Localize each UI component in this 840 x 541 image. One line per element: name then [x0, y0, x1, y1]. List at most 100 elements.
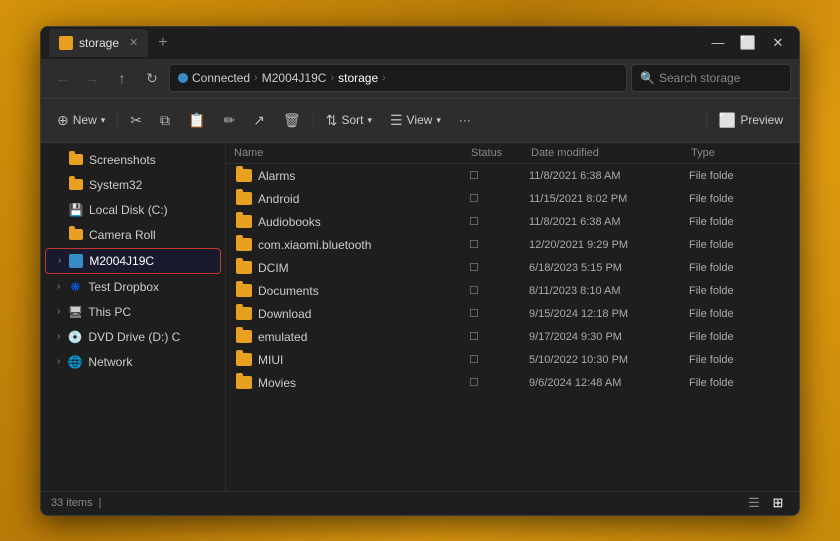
sidebar-label-local-disk: Local Disk (C:) — [89, 203, 168, 217]
breadcrumb[interactable]: Connected › M2004J19C › storage › — [169, 64, 627, 92]
file-name-text: Download — [258, 307, 311, 321]
sidebar-label-m2004j19c: M2004J19C — [89, 254, 154, 268]
table-row[interactable]: Download ☐ 9/15/2024 12:18 PM File folde — [228, 303, 797, 325]
table-row[interactable]: Audiobooks ☐ 11/8/2021 6:38 AM File fold… — [228, 211, 797, 233]
col-name[interactable]: Name — [234, 147, 471, 159]
sidebar-item-camera-roll[interactable]: Camera Roll — [45, 223, 221, 247]
grid-view-button[interactable]: ⊞ — [767, 494, 789, 512]
file-type-cell: File folde — [689, 285, 789, 297]
file-type-cell: File folde — [689, 216, 789, 228]
connected-icon — [178, 73, 188, 83]
sidebar-item-dvd-drive[interactable]: › 💿 DVD Drive (D:) C — [45, 325, 221, 349]
system32-icon — [69, 178, 83, 192]
rename-button[interactable]: ✏ — [215, 105, 243, 135]
table-row[interactable]: MIUI ☐ 5/10/2022 10:30 PM File folde — [228, 349, 797, 371]
file-status-cell: ☐ — [469, 261, 529, 274]
breadcrumb-device[interactable]: M2004J19C — [262, 71, 327, 85]
new-label: New — [73, 113, 97, 127]
file-type-cell: File folde — [689, 354, 789, 366]
table-row[interactable]: Android ☐ 11/15/2021 8:02 PM File folde — [228, 188, 797, 210]
network-icon: 🌐 — [68, 355, 82, 369]
sidebar-label-dvd-drive: DVD Drive (D:) C — [88, 330, 180, 344]
thispc-icon: 🖥 — [68, 305, 82, 319]
list-view-button[interactable]: ☰ — [743, 494, 765, 512]
file-date-cell: 5/10/2022 10:30 PM — [529, 354, 689, 366]
sidebar-item-local-disk[interactable]: 💾 Local Disk (C:) — [45, 198, 221, 222]
folder-icon — [236, 238, 252, 251]
dropbox-chevron: › — [57, 281, 60, 292]
sidebar: Screenshots System32 💾 Local Disk (C:) C… — [41, 143, 226, 491]
maximize-button[interactable]: ⬜ — [735, 34, 761, 52]
file-date-cell: 11/8/2021 6:38 AM — [529, 216, 689, 228]
status-right: ☰ ⊞ — [743, 494, 789, 512]
file-name-cell: emulated — [236, 330, 469, 344]
folder-icon — [236, 215, 252, 228]
new-button[interactable]: ⊕ New ▾ — [49, 105, 113, 135]
m2004-icon — [69, 254, 83, 268]
folder-icon — [236, 307, 252, 320]
new-tab-button[interactable]: + — [158, 34, 167, 52]
col-type[interactable]: Type — [691, 147, 791, 159]
paste-button[interactable]: 📋 — [180, 105, 213, 135]
file-name-cell: Documents — [236, 284, 469, 298]
file-status-cell: ☐ — [469, 353, 529, 366]
col-date[interactable]: Date modified — [531, 147, 691, 159]
tab-close-button[interactable]: ✕ — [129, 36, 138, 49]
file-name-cell: com.xiaomi.bluetooth — [236, 238, 469, 252]
search-box[interactable]: 🔍 Search storage — [631, 64, 791, 92]
sidebar-item-test-dropbox[interactable]: › ❋ Test Dropbox — [45, 275, 221, 299]
sort-button[interactable]: ⇅ Sort ▾ — [318, 105, 380, 135]
preview-button[interactable]: ⬜ Preview — [711, 105, 791, 135]
cursor-indicator: | — [99, 497, 102, 509]
dvd-icon: 💿 — [68, 330, 82, 344]
preview-icon: ⬜ — [719, 112, 736, 129]
dvd-chevron: › — [57, 331, 60, 342]
delete-button[interactable]: 🗑 — [275, 105, 309, 135]
sidebar-item-screenshots[interactable]: Screenshots — [45, 148, 221, 172]
more-label: ··· — [459, 113, 471, 127]
sidebar-item-this-pc[interactable]: › 🖥 This PC — [45, 300, 221, 324]
file-name-cell: Download — [236, 307, 469, 321]
sidebar-item-m2004j19c[interactable]: › M2004J19C — [45, 248, 221, 274]
sidebar-label-system32: System32 — [89, 178, 142, 192]
cut-button[interactable]: ✂ — [122, 105, 150, 135]
breadcrumb-storage[interactable]: storage — [338, 71, 378, 85]
file-name-cell: DCIM — [236, 261, 469, 275]
toolbar: ⊕ New ▾ ✂ ⧉ 📋 ✏ ↗ 🗑 ⇅ Sort ▾ ☰ — [41, 99, 799, 143]
file-type-cell: File folde — [689, 377, 789, 389]
file-list: Name Status Date modified Type Alarms ☐ … — [226, 143, 799, 491]
table-row[interactable]: com.xiaomi.bluetooth ☐ 12/20/2021 9:29 P… — [228, 234, 797, 256]
share-button[interactable]: ↗ — [245, 105, 273, 135]
folder-icon — [236, 169, 252, 182]
file-date-cell: 9/6/2024 12:48 AM — [529, 377, 689, 389]
table-row[interactable]: DCIM ☐ 6/18/2023 5:15 PM File folde — [228, 257, 797, 279]
file-status-cell: ☐ — [469, 307, 529, 320]
col-status[interactable]: Status — [471, 147, 531, 159]
close-button[interactable]: ✕ — [765, 34, 791, 52]
status-bar: 33 items | ☰ ⊞ — [41, 491, 799, 515]
refresh-button[interactable]: ↻ — [139, 65, 165, 91]
copy-button[interactable]: ⧉ — [152, 105, 178, 135]
tab-storage[interactable]: storage ✕ — [49, 29, 148, 57]
paste-icon: 📋 — [188, 112, 205, 129]
view-button[interactable]: ☰ View ▾ — [382, 105, 449, 135]
back-button[interactable]: ← — [49, 65, 75, 91]
up-button[interactable]: ↑ — [109, 65, 135, 91]
sidebar-item-network[interactable]: › 🌐 Network — [45, 350, 221, 374]
forward-button[interactable]: → — [79, 65, 105, 91]
sep2: › — [330, 72, 334, 84]
table-row[interactable]: emulated ☐ 9/17/2024 9:30 PM File folde — [228, 326, 797, 348]
sep3: › — [382, 72, 386, 84]
sidebar-item-system32[interactable]: System32 — [45, 173, 221, 197]
table-row[interactable]: Movies ☐ 9/6/2024 12:48 AM File folde — [228, 372, 797, 394]
table-row[interactable]: Documents ☐ 8/11/2023 8:10 AM File folde — [228, 280, 797, 302]
more-button[interactable]: ··· — [451, 105, 479, 135]
breadcrumb-connected[interactable]: Connected — [192, 71, 250, 85]
file-date-cell: 9/15/2024 12:18 PM — [529, 308, 689, 320]
sort-icon: ⇅ — [326, 112, 338, 129]
table-row[interactable]: Alarms ☐ 11/8/2021 6:38 AM File folde — [228, 165, 797, 187]
local-disk-icon: 💾 — [69, 203, 83, 217]
file-type-cell: File folde — [689, 170, 789, 182]
minimize-button[interactable]: — — [705, 34, 731, 52]
file-name-text: Movies — [258, 376, 296, 390]
